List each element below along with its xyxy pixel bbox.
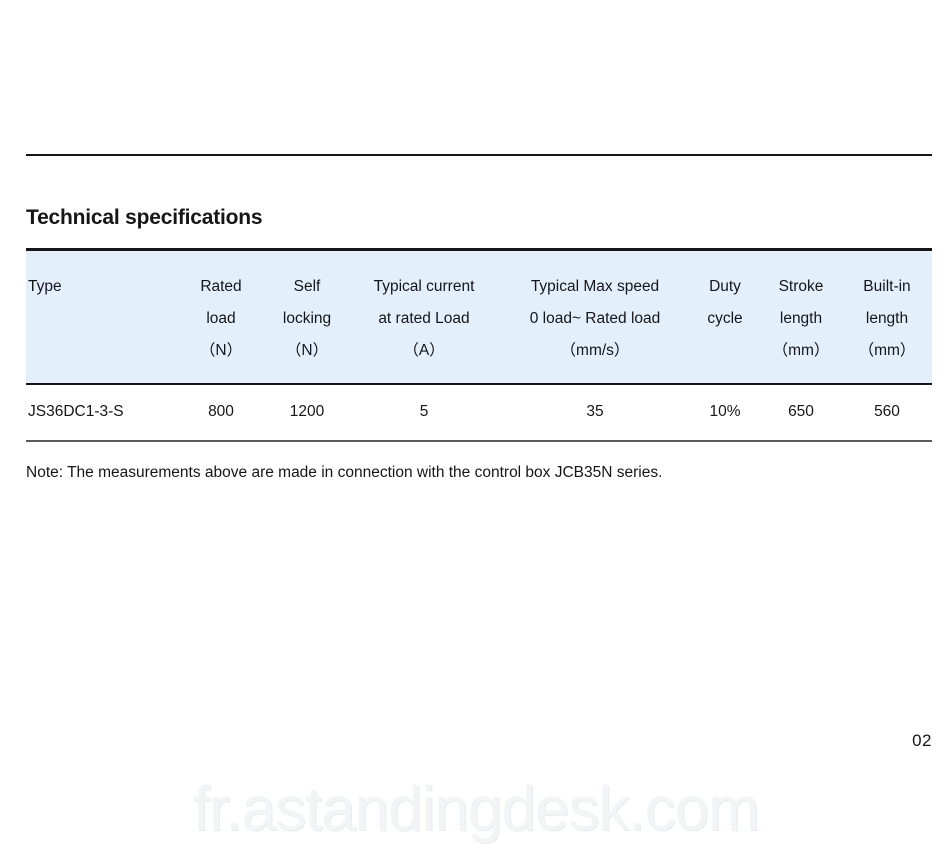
- table-note: Note: The measurements above are made in…: [26, 464, 663, 481]
- column-header-typical-max-speed-line-1: Typical Max speed: [530, 278, 660, 295]
- cell-typical-current: 5: [348, 383, 500, 442]
- column-header-duty-cycle: Duty cycle: [690, 248, 760, 385]
- column-header-rated-load-unit: （N）: [199, 342, 243, 359]
- cell-duty-cycle: 10%: [690, 383, 760, 442]
- cell-self-locking: 1200: [266, 383, 348, 442]
- column-header-stroke-length-unit: （mm）: [772, 342, 830, 359]
- column-header-type-line-1: Type: [28, 278, 62, 295]
- column-header-self-locking-line-2: locking: [282, 310, 332, 327]
- column-header-typical-current-line-2: at rated Load: [378, 310, 470, 327]
- cell-rated-load: 800: [176, 383, 266, 442]
- column-header-typical-max-speed-unit: （mm/s）: [560, 342, 630, 359]
- site-watermark: fr.astandingdesk.com: [193, 775, 760, 844]
- column-header-typical-current-unit: （A）: [403, 342, 445, 359]
- column-header-self-locking-unit: （N）: [285, 342, 329, 359]
- column-header-rated-load-line-2: load: [206, 310, 236, 327]
- column-header-typical-max-speed: Typical Max speed 0 load~ Rated load （mm…: [500, 248, 690, 385]
- column-header-self-locking: Self locking （N）: [266, 248, 348, 385]
- cell-built-in-length: 560: [842, 383, 932, 442]
- column-header-rated-load: Rated load （N）: [176, 248, 266, 385]
- table-row: JS36DC1-3-S 800 1200 5 35 10% 650 560: [26, 383, 932, 442]
- top-divider-rule: [26, 154, 932, 156]
- column-header-typical-max-speed-line-2: 0 load~ Rated load: [529, 310, 661, 327]
- table-header-row: Type Rated load （N） Self locking （N） Typ…: [26, 248, 932, 385]
- column-header-built-in-length: Built-in length （mm）: [842, 248, 932, 385]
- cell-type: JS36DC1-3-S: [26, 383, 176, 442]
- column-header-rated-load-line-1: Rated: [200, 278, 242, 295]
- cell-typical-max-speed: 35: [500, 383, 690, 442]
- column-header-stroke-length-line-2: length: [779, 310, 823, 327]
- column-header-stroke-length-line-1: Stroke: [778, 278, 824, 295]
- column-header-typical-current: Typical current at rated Load （A）: [348, 248, 500, 385]
- column-header-type: Type: [26, 248, 176, 385]
- technical-specifications-table: Type Rated load （N） Self locking （N） Typ…: [26, 248, 932, 442]
- column-header-stroke-length: Stroke length （mm）: [760, 248, 842, 385]
- column-header-built-in-length-line-2: length: [865, 310, 909, 327]
- column-header-typical-current-line-1: Typical current: [373, 278, 475, 295]
- column-header-duty-cycle-line-2: cycle: [707, 310, 743, 327]
- column-header-built-in-length-line-1: Built-in: [863, 278, 911, 295]
- column-header-duty-cycle-line-1: Duty: [709, 278, 741, 295]
- page-number: 02: [912, 731, 932, 750]
- cell-stroke-length: 650: [760, 383, 842, 442]
- page-title: Technical specifications: [26, 206, 263, 229]
- column-header-built-in-length-unit: （mm）: [858, 342, 916, 359]
- column-header-self-locking-line-1: Self: [293, 278, 321, 295]
